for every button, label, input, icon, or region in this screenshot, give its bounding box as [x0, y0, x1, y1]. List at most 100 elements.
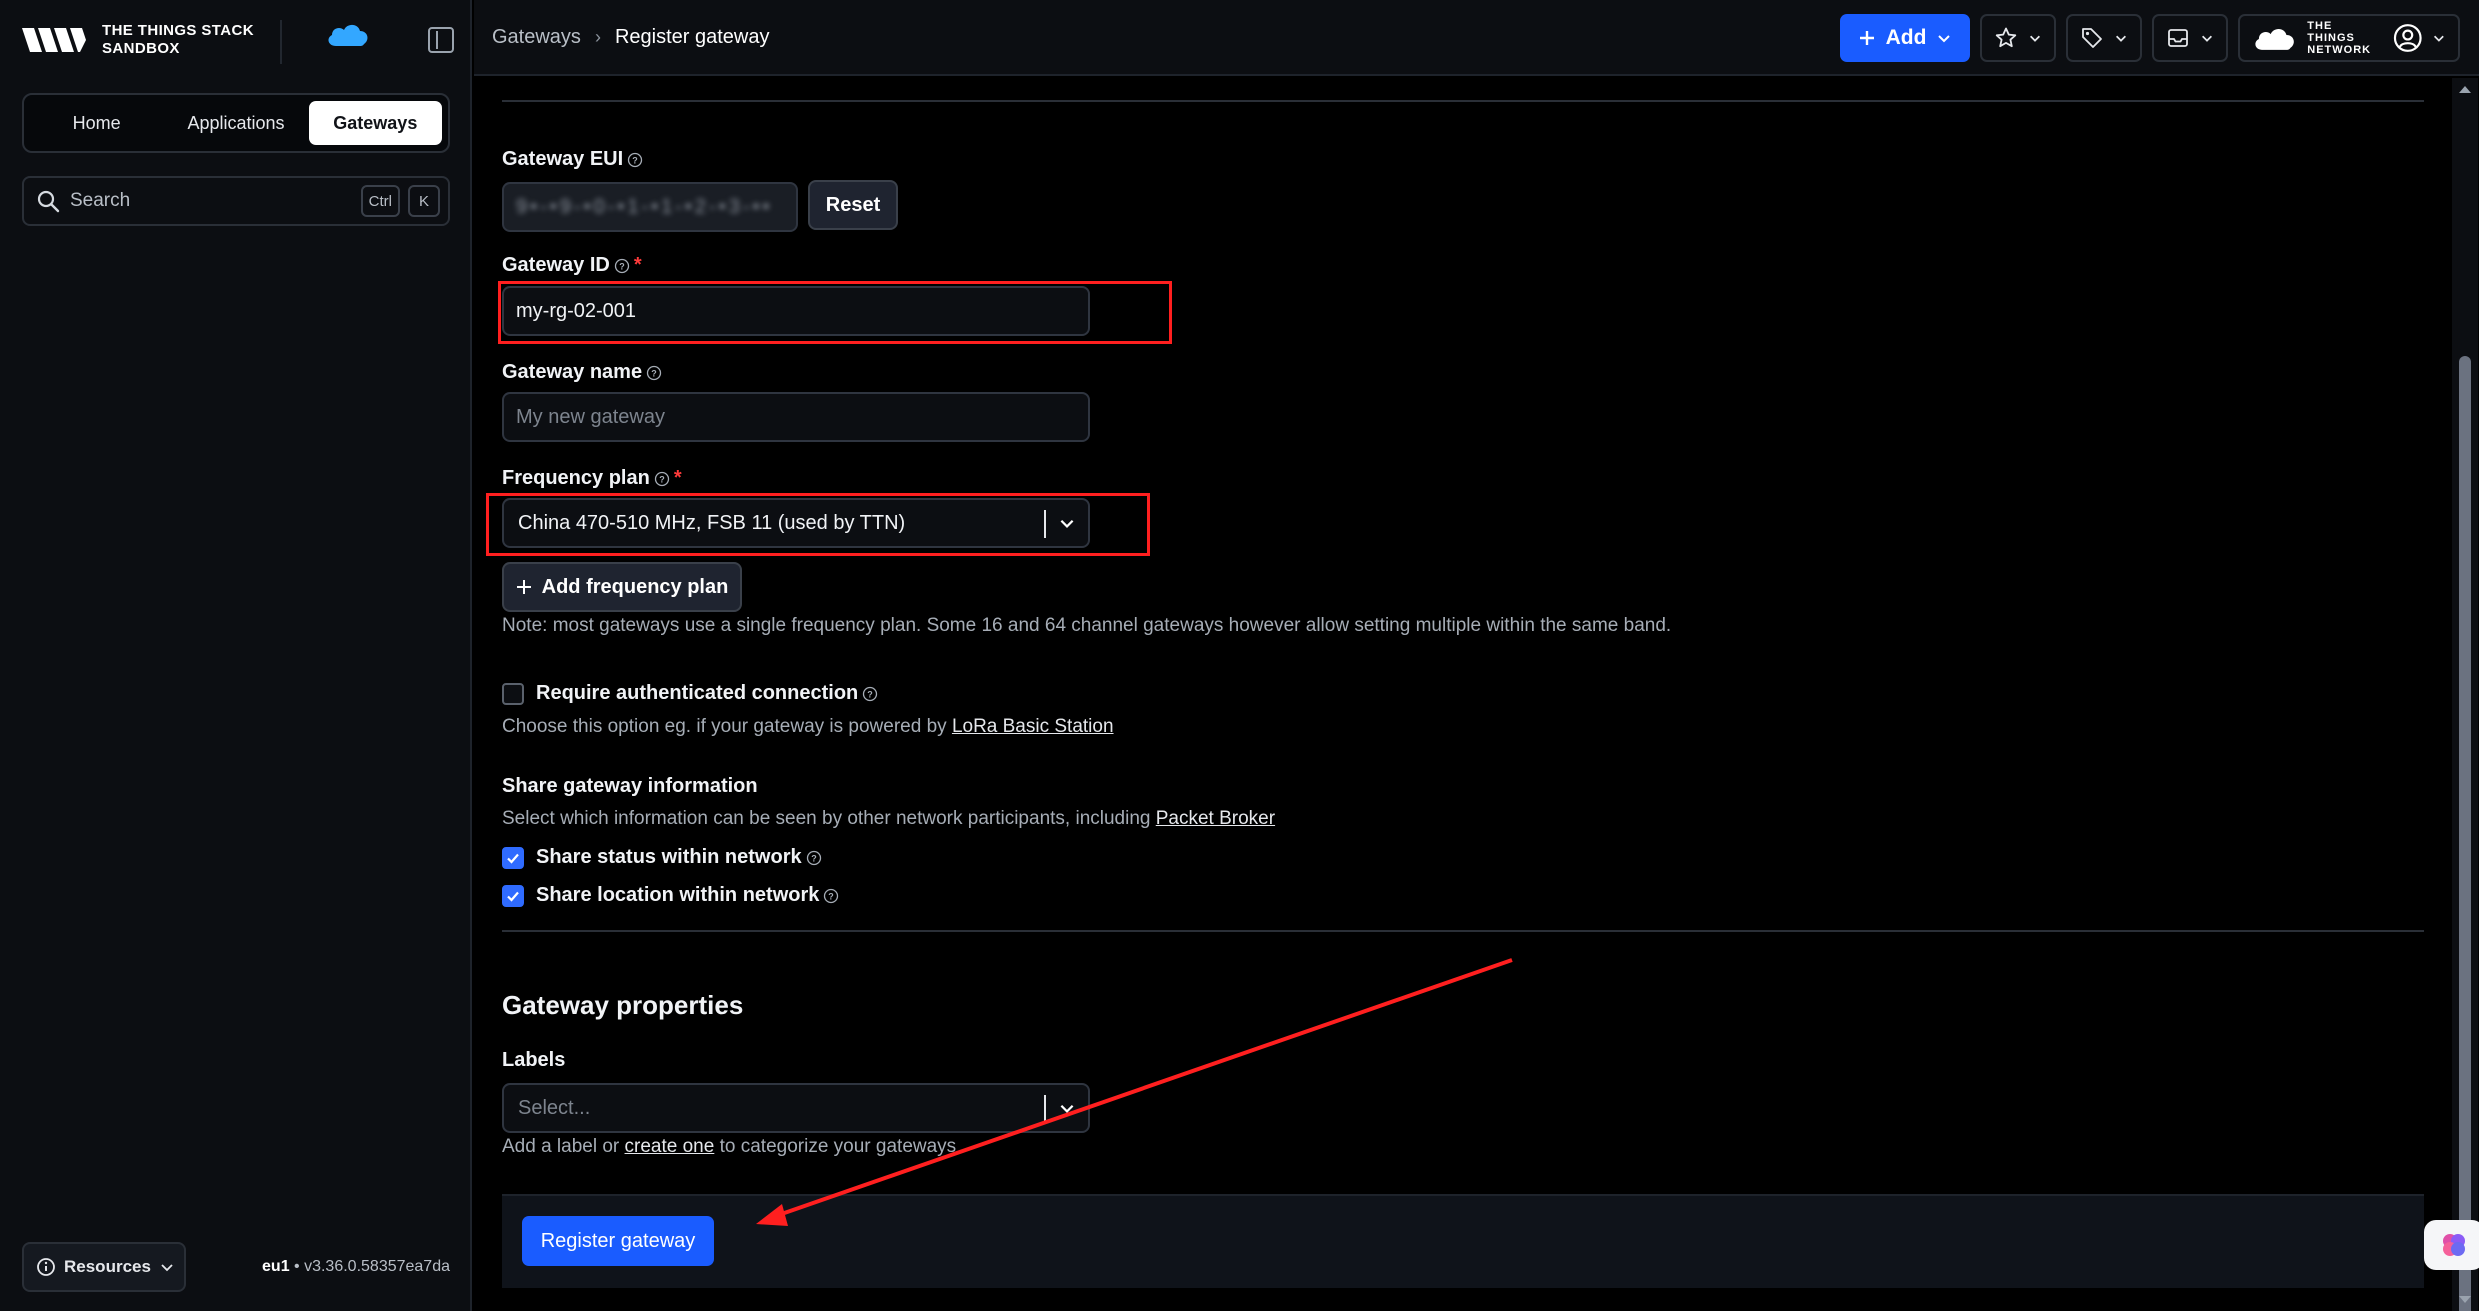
brand-divider	[280, 20, 282, 64]
reset-eui-button[interactable]: Reset	[808, 180, 898, 230]
share-status-checkbox[interactable]	[502, 846, 524, 869]
cluster-name: eu1	[262, 1258, 290, 1275]
form-footer: Register gateway	[502, 1194, 2424, 1288]
brand-text: THE THINGS STACK SANDBOX	[102, 22, 254, 58]
help-icon[interactable]: ?	[627, 152, 643, 168]
share-location-checkbox[interactable]	[502, 884, 524, 907]
top-divider	[502, 100, 2424, 102]
sidebar-collapse-icon[interactable]	[428, 27, 454, 53]
highlight-box-gateway-id	[498, 281, 1172, 344]
breadcrumb-chevron-icon: ›	[594, 27, 601, 47]
auth-connection-hint: Choose this option eg. if your gateway i…	[502, 716, 1114, 738]
register-gateway-form: Gateway EUI ? 9•-•9-•0-•1-•1-•2-•3-•• Re…	[474, 78, 2452, 1311]
scrollbar-thumb[interactable]	[2459, 356, 2471, 1311]
assistant-floating-button[interactable]	[2424, 1220, 2479, 1270]
share-info-heading: Share gateway information	[502, 775, 758, 797]
version-string: • v3.36.0.58357ea7da	[289, 1258, 450, 1275]
svg-text:?: ?	[659, 474, 665, 484]
share-info-hint-text: Select which information can be seen by …	[502, 808, 1156, 829]
share-location-label[interactable]: Share location within network	[536, 884, 819, 907]
gateway-eui-input[interactable]: 9•-•9-•0-•1-•1-•2-•3-••	[502, 182, 798, 232]
share-status-label[interactable]: Share status within network	[536, 846, 802, 869]
help-icon[interactable]: ?	[806, 850, 822, 866]
brand[interactable]: THE THINGS STACK SANDBOX	[20, 22, 254, 58]
breadcrumb-gateways[interactable]: Gateways	[492, 26, 581, 49]
chevron-down-icon	[2202, 35, 2212, 42]
create-label-link[interactable]: create one	[625, 1136, 715, 1157]
chevron-down-icon	[2116, 35, 2126, 42]
ttn-line-2: NETWORK	[2307, 44, 2372, 56]
auth-connection-row: Require authenticated connection ?	[502, 682, 878, 705]
resources-button[interactable]: Resources	[22, 1242, 186, 1292]
search-placeholder: Search	[70, 190, 131, 211]
help-icon[interactable]: ?	[614, 258, 630, 274]
gateway-name-input[interactable]: My new gateway	[502, 392, 1090, 442]
help-icon[interactable]: ?	[823, 888, 839, 904]
help-icon[interactable]: ?	[646, 365, 662, 381]
plus-icon	[516, 580, 531, 594]
user-menu-button[interactable]: THE THINGS NETWORK	[2238, 14, 2460, 62]
ttn-wordmark: THE THINGS NETWORK	[2307, 20, 2382, 56]
search-input[interactable]: Search Ctrl K	[22, 176, 450, 226]
search-icon	[37, 190, 60, 213]
things-stack-logo-icon	[22, 28, 86, 52]
inbox-icon	[2168, 29, 2188, 47]
svg-text:?: ?	[829, 891, 835, 901]
brand-line-1: THE THINGS STACK	[102, 22, 254, 39]
page-scrollbar[interactable]	[2452, 78, 2478, 1311]
breadcrumb: Gateways › Register gateway	[492, 26, 769, 49]
svg-text:?: ?	[632, 155, 638, 165]
nav-tab-applications[interactable]: Applications	[169, 101, 302, 145]
shortcut-ctrl-key: Ctrl	[360, 185, 400, 217]
scroll-up-icon[interactable]	[2452, 80, 2478, 100]
chevron-down-icon	[2030, 35, 2040, 42]
labels-hint-suffix: to categorize your gateways	[714, 1136, 957, 1157]
tag-icon	[2082, 28, 2102, 48]
brand-line-2: SANDBOX	[102, 40, 180, 57]
gateway-eui-label-text: Gateway EUI	[502, 148, 624, 170]
svg-text:?: ?	[811, 853, 817, 863]
nav-tab-home[interactable]: Home	[30, 101, 163, 145]
section-divider	[502, 930, 2424, 932]
packet-broker-link[interactable]: Packet Broker	[1156, 808, 1275, 829]
chevron-down-icon[interactable]	[1046, 1085, 1088, 1131]
labels-placeholder: Select...	[518, 1096, 591, 1119]
chevron-down-icon	[1938, 35, 1951, 43]
add-frequency-plan-label: Add frequency plan	[541, 575, 729, 598]
gateway-properties-title: Gateway properties	[502, 990, 744, 1020]
required-marker: *	[673, 467, 682, 489]
frequency-plan-label: Frequency plan ? *	[502, 467, 682, 490]
help-icon[interactable]: ?	[654, 471, 670, 487]
gateway-name-label: Gateway name ?	[502, 361, 662, 384]
resources-label: Resources	[64, 1257, 151, 1276]
nav-tab-gateways[interactable]: Gateways	[308, 101, 442, 145]
sidebar: THE THINGS STACK SANDBOX Home Applicatio…	[0, 0, 472, 1311]
labels-select[interactable]: Select...	[502, 1083, 1090, 1133]
labels-hint-prefix: Add a label or	[502, 1136, 625, 1157]
check-icon	[507, 891, 519, 902]
lora-basic-station-link[interactable]: LoRa Basic Station	[952, 716, 1114, 737]
svg-text:?: ?	[619, 261, 625, 271]
svg-text:?: ?	[651, 368, 657, 378]
labels-hint: Add a label or create one to categorize …	[502, 1136, 956, 1158]
help-icon[interactable]: ?	[862, 686, 878, 702]
breadcrumb-current: Register gateway	[614, 26, 770, 48]
tags-button[interactable]	[2066, 14, 2142, 62]
register-gateway-button[interactable]: Register gateway	[522, 1216, 714, 1266]
scroll-down-icon[interactable]	[2452, 1289, 2478, 1309]
auth-connection-hint-text: Choose this option eg. if your gateway i…	[502, 716, 952, 737]
share-info-hint: Select which information can be seen by …	[502, 808, 1275, 830]
auth-connection-label[interactable]: Require authenticated connection	[536, 682, 858, 705]
check-icon	[507, 853, 519, 864]
shortcut-k-key: K	[408, 185, 440, 217]
bookmarks-button[interactable]	[1980, 14, 2056, 62]
add-button[interactable]: Add	[1840, 14, 1970, 62]
inbox-button[interactable]	[2152, 14, 2228, 62]
ttn-line-1: THE THINGS	[2307, 20, 2355, 44]
add-frequency-plan-button[interactable]: Add frequency plan	[502, 562, 742, 612]
add-label: Add	[1885, 26, 1927, 49]
auth-connection-checkbox[interactable]	[502, 682, 524, 705]
top-bar: Gateways › Register gateway Add THE THIN…	[474, 0, 2479, 76]
plus-icon	[1859, 31, 1874, 45]
cloud-icon	[328, 24, 368, 46]
